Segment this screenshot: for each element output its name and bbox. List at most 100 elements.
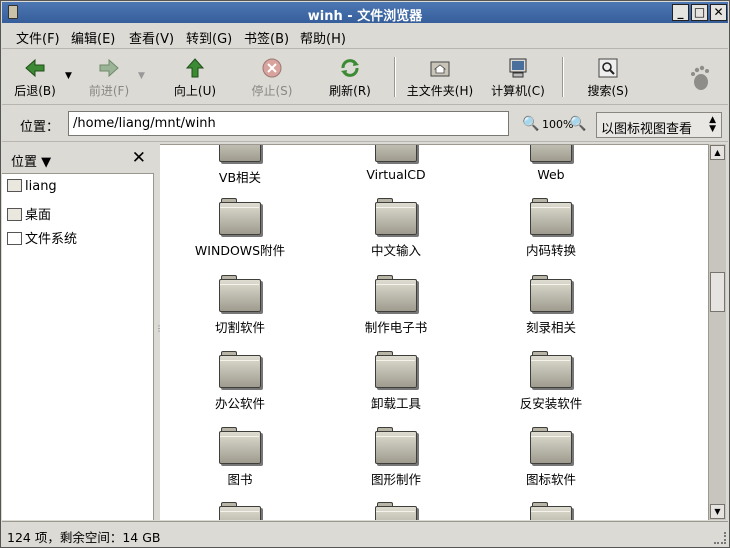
menu-go[interactable]: 转到(G): [186, 28, 232, 47]
folder-icon: [530, 275, 572, 313]
location-input[interactable]: /home/liang/mnt/winh: [68, 111, 509, 136]
sidebar-item-filesystem[interactable]: 文件系统: [7, 228, 77, 248]
gnome-foot-icon: [691, 65, 709, 90]
file-label: 内码转换: [525, 243, 576, 258]
file-label: 图形制作: [370, 472, 421, 487]
folder-icon: [530, 351, 572, 389]
zoom-out-icon[interactable]: 🔍: [522, 116, 539, 132]
menu-view[interactable]: 查看(V): [129, 28, 174, 47]
file-item[interactable]: [481, 502, 621, 520]
file-item[interactable]: 刻录相关: [481, 275, 621, 336]
folder-icon: [375, 351, 417, 389]
file-item[interactable]: 切割软件: [170, 275, 310, 336]
file-item[interactable]: 图形制作: [326, 427, 466, 488]
scroll-up-button[interactable]: ▲: [710, 145, 725, 160]
file-label: 图书: [227, 472, 253, 487]
file-label: Web: [537, 167, 565, 182]
file-label: 图标软件: [525, 472, 576, 487]
folder-icon: [375, 502, 417, 520]
view-mode-value: 以图标视图查看: [601, 122, 693, 137]
scroll-thumb[interactable]: [710, 272, 725, 312]
minimize-button[interactable]: _: [672, 4, 689, 21]
file-item[interactable]: Web: [481, 145, 621, 182]
file-item[interactable]: [170, 502, 310, 520]
folder-icon: [530, 145, 572, 163]
menu-bookmarks[interactable]: 书签(B): [244, 28, 289, 47]
status-bar: 124 项，剩余空间：14 GB: [2, 521, 728, 547]
file-icon-view: VB相关 VirtualCD Web WINDOWS附件 中文输入 内码转换切割软件 制作电…: [160, 144, 708, 520]
file-label: 刻录相关: [525, 320, 576, 335]
back-history-dropdown[interactable]: ▼: [65, 71, 72, 81]
file-label: 制作电子书: [364, 320, 428, 335]
sidebar-item-desktop[interactable]: 桌面: [7, 204, 51, 224]
file-item[interactable]: 内码转换: [481, 198, 621, 259]
scroll-down-button[interactable]: ▼: [710, 504, 725, 519]
file-item[interactable]: 卸载工具: [326, 351, 466, 412]
toolbar-separator: [562, 57, 564, 97]
file-item[interactable]: 反安装软件: [481, 351, 621, 412]
folder-icon: [219, 427, 261, 465]
folder-icon: [530, 502, 572, 520]
file-item[interactable]: 制作电子书: [326, 275, 466, 336]
file-item[interactable]: 中文输入: [326, 198, 466, 259]
folder-icon: [219, 351, 261, 389]
forward-history-dropdown[interactable]: ▼: [138, 71, 145, 81]
view-mode-select[interactable]: 以图标视图查看 ▲ ▼: [596, 112, 722, 138]
maximize-button[interactable]: □: [691, 4, 708, 21]
folder-icon: [219, 145, 261, 163]
zoom-in-icon[interactable]: 🔍: [569, 116, 586, 132]
folder-icon: [375, 145, 417, 163]
search-icon: [598, 58, 618, 78]
menu-help[interactable]: 帮助(H): [300, 28, 346, 47]
folder-icon: [219, 275, 261, 313]
folder-icon: [219, 198, 261, 236]
back-button[interactable]: 后退(B): [8, 53, 62, 101]
resize-grip[interactable]: [714, 532, 726, 544]
close-button[interactable]: ✕: [710, 4, 727, 21]
location-bar: 位置： /home/liang/mnt/winh 🔍 100% 🔍 以图标视图查…: [2, 106, 728, 142]
menu-file[interactable]: 文件(F): [16, 28, 60, 47]
computer-button[interactable]: 计算机(C): [486, 53, 550, 101]
file-item[interactable]: VirtualCD: [326, 145, 466, 182]
reload-button[interactable]: 刷新(R): [322, 53, 378, 101]
back-arrow-icon: [25, 58, 45, 78]
folder-icon: [375, 198, 417, 236]
file-item[interactable]: 图标软件: [481, 427, 621, 488]
sidebar-header: 位置 ▼ ✕: [2, 144, 154, 174]
folder-icon: [375, 275, 417, 313]
select-arrows-icon: ▲ ▼: [709, 115, 716, 134]
file-item[interactable]: VB相关: [170, 145, 310, 186]
search-button[interactable]: 搜索(S): [580, 53, 636, 101]
vertical-scrollbar[interactable]: ▲ ▼: [708, 144, 726, 520]
sidebar-type-selector[interactable]: 位置 ▼: [11, 151, 51, 170]
menu-edit[interactable]: 编辑(E): [71, 28, 115, 47]
folder-icon: [530, 427, 572, 465]
sidebar: 位置 ▼ ✕ liang 桌面 文件系统: [2, 144, 154, 520]
toolbar-separator: [394, 57, 396, 97]
home-button[interactable]: 主文件夹(H): [402, 53, 478, 101]
location-label: 位置：: [20, 120, 60, 135]
file-label: VirtualCD: [366, 167, 426, 182]
forward-button[interactable]: 前进(F): [82, 53, 136, 101]
file-label: VB相关: [218, 170, 262, 185]
title-bar[interactable]: winh - 文件浏览器 _ □ ✕: [2, 2, 728, 24]
toolbar: 后退(B) ▼ 前进(F) ▼ 向上(U) 停止(S) 刷新(R) 主文件夹(H…: [2, 49, 728, 105]
sidebar-item-liang[interactable]: liang: [7, 179, 57, 199]
sidebar-close-icon[interactable]: ✕: [132, 148, 146, 168]
menu-bar: 文件(F) 编辑(E) 查看(V) 转到(G) 书签(B) 帮助(H): [2, 23, 728, 49]
file-item[interactable]: [326, 502, 466, 520]
forward-arrow-icon: [99, 58, 119, 78]
file-label: 中文输入: [370, 243, 421, 258]
up-arrow-icon: [185, 58, 205, 78]
filesystem-icon: [7, 232, 22, 245]
file-item[interactable]: WINDOWS附件: [170, 198, 310, 259]
file-item[interactable]: 办公软件: [170, 351, 310, 412]
file-label: 反安装软件: [519, 396, 583, 411]
file-item[interactable]: 图书: [170, 427, 310, 488]
stop-icon: [262, 58, 282, 78]
computer-icon: [509, 58, 527, 78]
stop-button[interactable]: 停止(S): [244, 53, 300, 101]
up-button[interactable]: 向上(U): [166, 53, 224, 101]
home-folder-icon: [430, 61, 450, 77]
folder-icon: [375, 427, 417, 465]
